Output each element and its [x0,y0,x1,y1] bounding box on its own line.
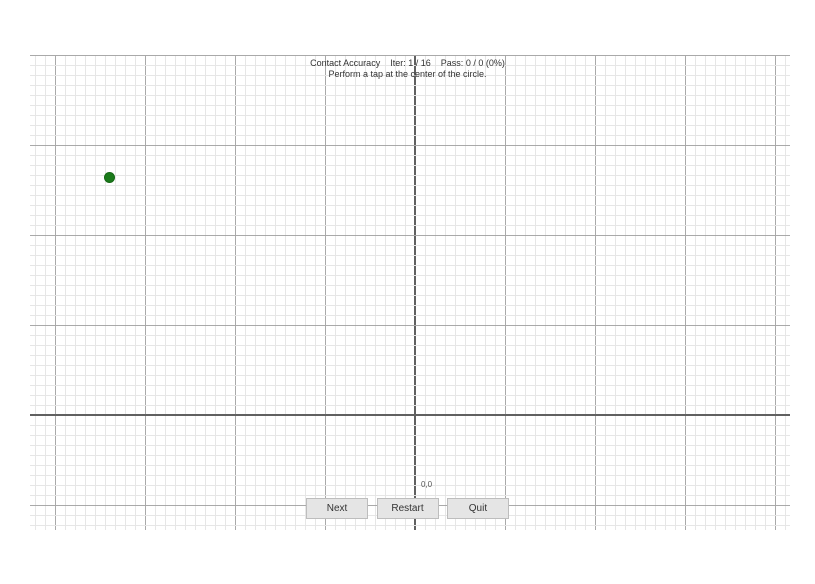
calibration-grid[interactable] [30,55,790,530]
test-name-label: Contact Accuracy [310,58,380,68]
header: Contact Accuracy Iter: 1 / 16 Pass: 0 / … [0,58,815,80]
pass-label: Pass: [441,58,464,68]
origin-label: 0,0 [421,480,432,489]
instruction-text: Perform a tap at the center of the circl… [328,69,486,79]
button-bar: Next Restart Quit [0,498,815,519]
iter-total: 16 [421,58,431,68]
pass-value: 0 / 0 (0%) [466,58,505,68]
quit-button[interactable]: Quit [447,498,509,519]
restart-button[interactable]: Restart [377,498,439,519]
next-button[interactable]: Next [306,498,368,519]
iter-current: 1 [408,58,413,68]
target-circle[interactable] [104,172,115,183]
iter-label: Iter: [390,58,406,68]
